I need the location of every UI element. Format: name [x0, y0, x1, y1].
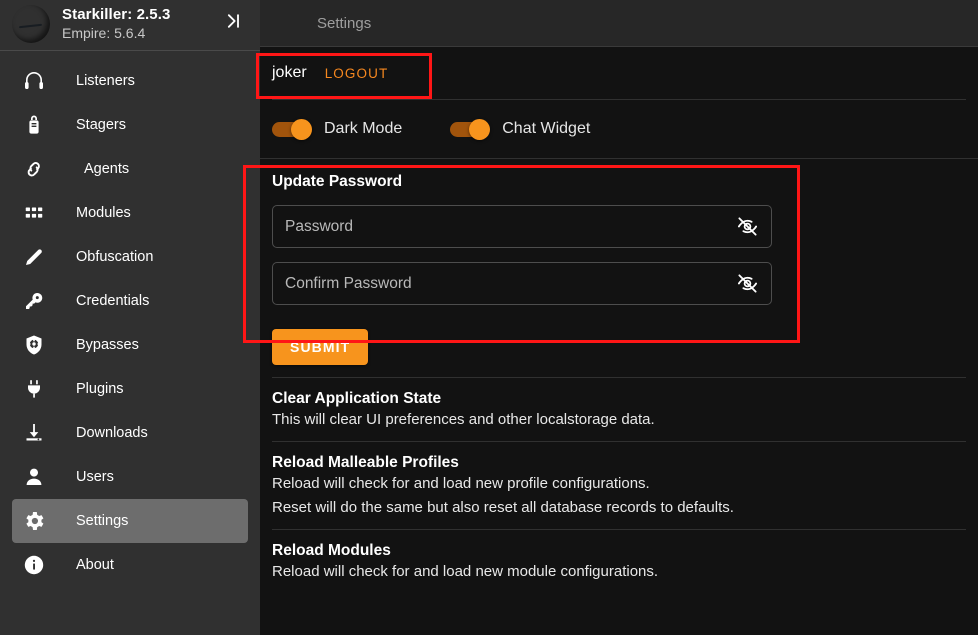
- sidebar-item-obfuscation[interactable]: Obfuscation: [12, 235, 248, 279]
- submit-row: SUBMIT: [260, 315, 978, 377]
- info-circle-icon: [12, 553, 56, 577]
- block-title: Reload Malleable Profiles: [272, 454, 459, 472]
- sidebar-item-plugins[interactable]: Plugins: [12, 367, 248, 411]
- power-plug-icon: [12, 377, 56, 401]
- menu-collapse-icon[interactable]: [220, 8, 246, 34]
- eye-off-icon[interactable]: [733, 213, 761, 241]
- key-icon: [12, 289, 56, 313]
- block-line: Reload will check for and load new profi…: [272, 475, 650, 493]
- sidebar-item-label: Credentials: [76, 293, 150, 309]
- clear-application-state-block[interactable]: Clear Application State This will clear …: [260, 378, 978, 441]
- block-line: This will clear UI preferences and other…: [272, 411, 655, 428]
- sidebar-item-stagers[interactable]: Stagers: [12, 103, 248, 147]
- sidebar-item-label: Stagers: [76, 117, 126, 133]
- toggle-switch[interactable]: [272, 118, 312, 140]
- settings-content: joker LOGOUT Dark Mode Chat Widget Updat…: [260, 47, 978, 635]
- app-version-info: Starkiller: 2.5.3 Empire: 5.6.4: [62, 5, 170, 42]
- password-input[interactable]: [285, 217, 733, 236]
- sidebar-item-label: Obfuscation: [76, 249, 154, 265]
- topbar: Settings: [260, 0, 978, 47]
- person-icon: [12, 465, 56, 489]
- headphones-icon: [12, 69, 56, 93]
- toggle-knob: [291, 118, 312, 140]
- sidebar-divider: [0, 50, 260, 51]
- page-title: Settings: [317, 14, 372, 32]
- update-password-section: Update Password: [260, 159, 978, 315]
- gear-icon: [12, 509, 56, 533]
- sidebar-item-label: Settings: [76, 513, 129, 529]
- logout-button[interactable]: LOGOUT: [325, 66, 389, 81]
- block-line: Reload will check for and load new modul…: [272, 562, 659, 580]
- block-line: Reset will do the same but also reset al…: [272, 498, 734, 516]
- update-password-title: Update Password: [272, 173, 403, 190]
- app-title: Starkiller: 2.5.3: [62, 6, 171, 24]
- app-root: Starkiller: 2.5.3 Empire: 5.6.4 Listener…: [0, 0, 978, 635]
- password-field[interactable]: [272, 205, 772, 248]
- empire-version: Empire: 5.6.4: [62, 24, 146, 41]
- reload-modules-block[interactable]: Reload Modules Reload will check for and…: [260, 530, 978, 593]
- sidebar-item-users[interactable]: Users: [12, 455, 248, 499]
- dark-mode-toggle[interactable]: Dark Mode: [272, 118, 403, 140]
- sidebar-item-label: Plugins: [76, 381, 124, 397]
- account-row: joker LOGOUT: [260, 47, 978, 99]
- main-area: Settings joker LOGOUT Dark Mode Chat Wid…: [260, 0, 978, 635]
- sidebar-item-label: Bypasses: [76, 337, 139, 353]
- link-chain-icon: [12, 157, 56, 181]
- toggles-row: Dark Mode Chat Widget: [260, 100, 978, 158]
- sidebar-item-label: Users: [76, 469, 114, 485]
- submit-button[interactable]: SUBMIT: [272, 329, 369, 365]
- dark-mode-label: Dark Mode: [324, 120, 403, 137]
- reload-malleable-profiles-block[interactable]: Reload Malleable Profiles Reload will ch…: [260, 442, 978, 529]
- download-icon: [12, 421, 56, 445]
- block-title: Reload Modules: [272, 541, 391, 559]
- confirm-password-field[interactable]: [272, 262, 772, 305]
- sidebar-item-listeners[interactable]: Listeners: [12, 59, 248, 103]
- toggle-switch[interactable]: [450, 118, 491, 140]
- sidebar-item-bypasses[interactable]: Bypasses: [12, 323, 248, 367]
- sidebar-item-label: Modules: [76, 205, 131, 221]
- sidebar-item-settings[interactable]: Settings: [12, 499, 248, 543]
- sidebar-nav: Listeners Stagers Agents Modules Obfusca…: [0, 59, 260, 635]
- eye-off-icon[interactable]: [733, 270, 761, 298]
- block-title: Clear Application State: [272, 390, 442, 407]
- chat-widget-toggle[interactable]: Chat Widget: [450, 118, 591, 140]
- sidebar: Starkiller: 2.5.3 Empire: 5.6.4 Listener…: [0, 0, 260, 635]
- briefcase-lock-icon: [12, 113, 56, 137]
- sidebar-item-agents[interactable]: Agents: [12, 147, 248, 191]
- sidebar-item-downloads[interactable]: Downloads: [12, 411, 248, 455]
- sidebar-item-modules[interactable]: Modules: [12, 191, 248, 235]
- sidebar-item-label: Agents: [84, 161, 130, 177]
- sidebar-item-label: Listeners: [76, 73, 135, 89]
- sidebar-item-about[interactable]: About: [12, 543, 248, 587]
- sidebar-item-credentials[interactable]: Credentials: [12, 279, 248, 323]
- pencil-icon: [12, 245, 56, 269]
- starkiller-logo-avatar: [12, 5, 50, 43]
- toggle-knob: [469, 118, 491, 140]
- sidebar-header: Starkiller: 2.5.3 Empire: 5.6.4: [0, 0, 260, 48]
- shield-gear-icon: [12, 333, 56, 357]
- grid-dots-icon: [12, 202, 56, 224]
- sidebar-item-label: About: [76, 557, 114, 573]
- username-label: joker: [272, 64, 307, 81]
- sidebar-item-label: Downloads: [76, 425, 148, 441]
- confirm-password-input[interactable]: [285, 274, 733, 293]
- chat-widget-label: Chat Widget: [502, 120, 591, 137]
